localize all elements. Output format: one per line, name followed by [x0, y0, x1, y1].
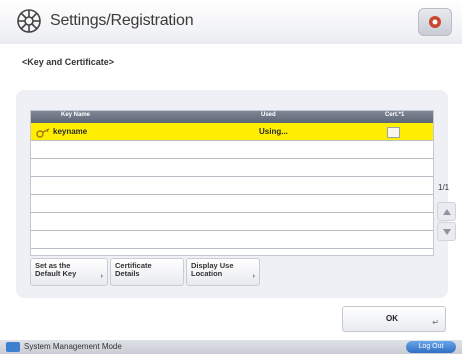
status-bar: System Management Mode Log Out — [0, 340, 462, 354]
chevron-icon: › — [252, 273, 255, 280]
display-use-location-button[interactable]: Display Use Location › — [186, 258, 260, 286]
counter-icon — [429, 16, 441, 28]
system-monitor-icon[interactable] — [6, 342, 20, 352]
up-arrow-icon — [442, 208, 451, 215]
certificate-details-button[interactable]: Certificate Details — [110, 258, 184, 286]
table-row[interactable] — [31, 141, 433, 159]
button-label-line: Details — [115, 269, 140, 278]
scroll-down-button[interactable] — [437, 222, 456, 241]
down-arrow-icon — [442, 228, 451, 235]
set-default-key-button[interactable]: Set as the Default Key › — [30, 258, 108, 286]
key-name-cell: keyname — [53, 127, 88, 136]
ok-button-label: OK — [386, 314, 398, 323]
ok-button[interactable]: OK ↵ — [342, 306, 446, 332]
column-header-cert: Cert.*1 — [385, 112, 405, 118]
button-label-line: Default Key — [35, 269, 77, 278]
mode-label: System Management Mode — [24, 342, 122, 351]
page-title: Settings/Registration — [50, 12, 194, 29]
page-indicator: 1/1 — [438, 183, 450, 192]
table-row[interactable] — [31, 177, 433, 195]
chevron-icon: › — [100, 273, 103, 280]
table-row[interactable] — [31, 195, 433, 213]
table-row[interactable] — [31, 231, 433, 249]
table-header: Key Name Used Cert.*1 — [31, 111, 433, 123]
breadcrumb: <Key and Certificate> — [22, 57, 115, 67]
button-label-line: Location — [191, 269, 223, 278]
key-list-table: Key Name Used Cert.*1 keyname Using... — [30, 110, 434, 256]
table-row[interactable]: keyname Using... — [31, 123, 433, 141]
table-row[interactable] — [31, 213, 433, 231]
certificate-icon — [387, 127, 400, 138]
key-icon — [36, 126, 50, 138]
logout-button[interactable]: Log Out — [406, 341, 456, 353]
column-header-key-name: Key Name — [61, 112, 91, 118]
settings-gear-icon — [16, 8, 42, 34]
table-row[interactable] — [31, 159, 433, 177]
counter-check-button[interactable] — [418, 8, 452, 36]
scroll-up-button[interactable] — [437, 202, 456, 221]
used-cell: Using... — [259, 127, 288, 136]
enter-icon: ↵ — [432, 318, 439, 327]
title-bar: Settings/Registration — [0, 0, 462, 44]
column-header-used: Used — [261, 112, 276, 118]
